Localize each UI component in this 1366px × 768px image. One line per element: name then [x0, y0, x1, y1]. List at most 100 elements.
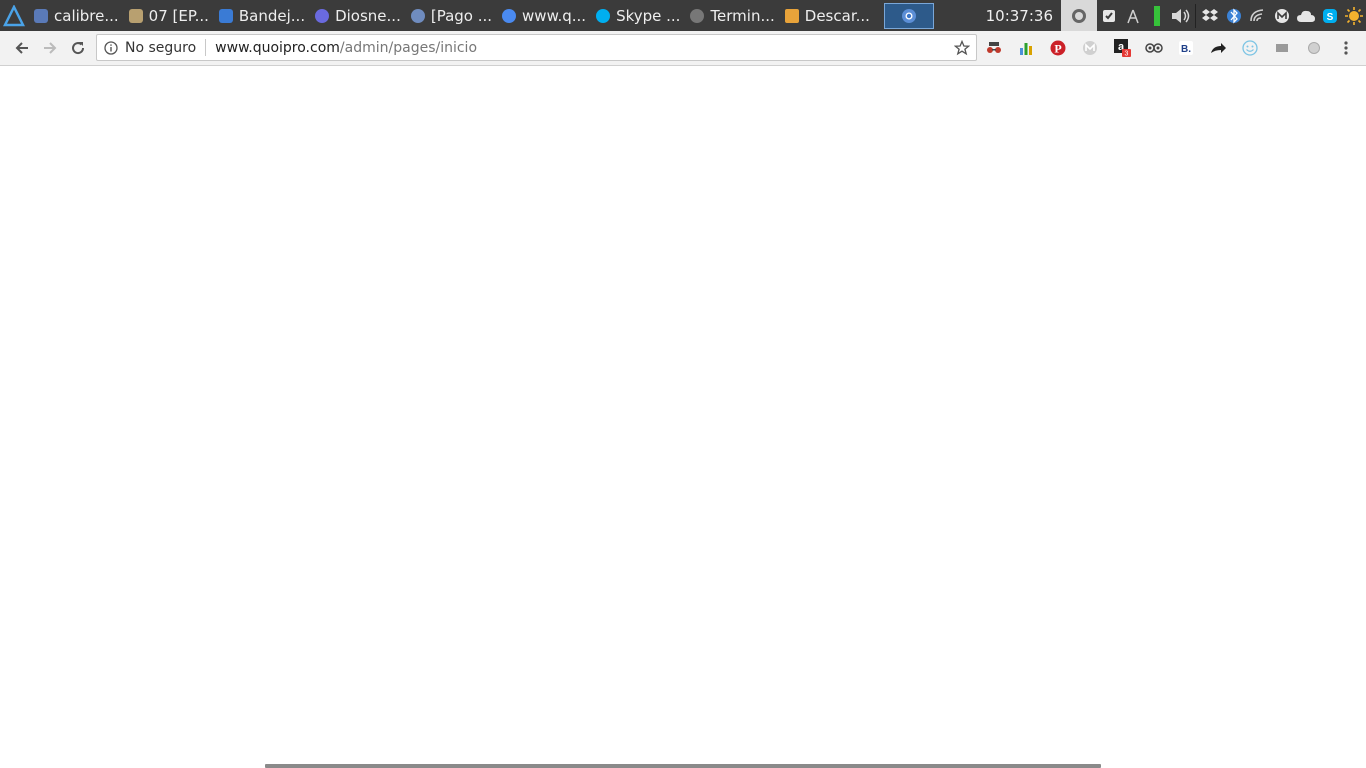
task-label: www.q... [522, 6, 587, 25]
back-button[interactable] [8, 34, 36, 62]
security-status[interactable]: No seguro [125, 40, 196, 56]
task-label: Termin... [710, 6, 775, 25]
taskbar-item-skype[interactable]: Skype ... [590, 0, 684, 31]
booking-icon: B. [1179, 41, 1193, 55]
ext-incognito[interactable] [978, 37, 1010, 59]
ext-chart[interactable] [1010, 37, 1042, 59]
ext-smiley[interactable] [1234, 37, 1266, 59]
ext-window[interactable] [1266, 37, 1298, 59]
taskbar-item-browser[interactable]: www.q... [496, 0, 590, 31]
tray-item-dropbox[interactable] [1198, 0, 1222, 31]
calibre-icon [34, 8, 48, 23]
task-label: [Pago ... [430, 6, 493, 25]
ext-mailtrack[interactable] [1074, 37, 1106, 59]
launcher-icon [3, 4, 25, 26]
address-bar[interactable]: No seguro www.quoipro.com/admin/pages/in… [96, 34, 977, 61]
skype-icon: S [1323, 8, 1337, 23]
circle-icon [1308, 42, 1320, 54]
page-content [0, 66, 1366, 768]
tray-item-bluetooth[interactable] [1222, 0, 1246, 31]
taskbar-item-inbox[interactable]: Bandej... [213, 0, 309, 31]
extension-badge: 3 [1125, 51, 1129, 58]
taskbar: calibre... 07 [EP... Bandej... Diosne...… [0, 0, 1366, 31]
task-label: Descar... [804, 6, 870, 25]
tray-item-mega[interactable] [1270, 0, 1294, 31]
mega-icon [1275, 8, 1289, 23]
globe-icon [410, 8, 425, 23]
app-launcher[interactable] [0, 0, 28, 31]
tray-item-weather[interactable] [1342, 0, 1366, 31]
spy-glasses-icon [987, 42, 1001, 53]
ext-share[interactable] [1202, 37, 1234, 59]
lock-app-icon [315, 8, 330, 23]
tray-item-volume[interactable] [1169, 0, 1193, 31]
taskbar-item-active[interactable] [883, 2, 934, 29]
terminal-icon [690, 8, 705, 23]
task-label: Diosne... [335, 6, 401, 25]
svg-text:S: S [1327, 12, 1334, 23]
ext-circle[interactable] [1298, 37, 1330, 59]
arrow-right-icon [44, 42, 57, 54]
kebab-menu-icon [1344, 41, 1348, 55]
update-icon [1072, 8, 1086, 23]
omnibox-divider [205, 39, 207, 56]
folder-icon [784, 8, 799, 23]
task-label: Bandej... [238, 6, 306, 25]
network-tower-icon [1127, 9, 1139, 23]
taskbar-item-pago[interactable]: [Pago ... [405, 0, 496, 31]
cloud-icon [1297, 10, 1315, 22]
url-text[interactable]: www.quoipro.com/admin/pages/inicio [215, 40, 477, 56]
taskbar-item-calibre[interactable]: calibre... [28, 0, 123, 31]
taskbar-item-episode[interactable]: 07 [EP... [123, 0, 213, 31]
wifi-icon [1250, 8, 1264, 21]
clock[interactable]: 10:37:36 [986, 7, 1061, 25]
horizontal-scrollbar[interactable] [265, 764, 1101, 768]
media-icon [128, 8, 143, 23]
url-host: www.quoipro.com [215, 39, 340, 56]
svg-text:B.: B. [1181, 44, 1191, 55]
checkbox-icon [1103, 9, 1115, 22]
task-label: 07 [EP... [148, 6, 209, 25]
system-tray: S [1061, 0, 1366, 31]
battery-icon [1154, 5, 1160, 26]
mail-icon [218, 8, 233, 23]
bluetooth-icon [1227, 7, 1241, 24]
pinterest-icon: P [1050, 40, 1066, 56]
arrow-forward-icon [1211, 43, 1226, 53]
tray-item-cloud[interactable] [1294, 0, 1318, 31]
amazon-icon: a 3 [1114, 39, 1131, 58]
sun-icon [1345, 6, 1363, 25]
tray-item-network[interactable] [1121, 0, 1145, 31]
ext-booking[interactable]: B. [1170, 37, 1202, 59]
task-label: Skype ... [616, 6, 681, 25]
browser-toolbar: No seguro www.quoipro.com/admin/pages/in… [0, 31, 1366, 66]
tray-separator [1195, 3, 1196, 28]
smiley-icon [1242, 40, 1258, 56]
tray-item-tasks[interactable] [1097, 0, 1121, 31]
chrome-icon [502, 8, 517, 23]
info-icon[interactable] [99, 40, 123, 55]
tray-item-wifi[interactable] [1246, 0, 1270, 31]
forward-button[interactable] [36, 34, 64, 62]
dropbox-icon [1202, 8, 1218, 21]
reload-button[interactable] [64, 34, 92, 62]
ext-amazon[interactable]: a 3 [1106, 37, 1138, 59]
taskbar-item-diosne[interactable]: Diosne... [309, 0, 405, 31]
tray-item-skype[interactable]: S [1318, 0, 1342, 31]
tray-item-battery[interactable] [1145, 0, 1169, 31]
window-icon [1276, 44, 1288, 52]
ext-pinterest[interactable]: P [1042, 37, 1074, 59]
tray-item-update[interactable] [1061, 0, 1097, 31]
url-path: /admin/pages/inicio [339, 39, 478, 56]
svg-text:P: P [1054, 42, 1061, 56]
extensions-area: P a 3 B. [978, 37, 1362, 59]
volume-icon [1172, 8, 1190, 23]
owl-eyes-icon [1145, 43, 1163, 53]
ext-tripadvisor[interactable] [1138, 37, 1170, 59]
arrow-left-icon [15, 42, 28, 54]
browser-menu-button[interactable] [1330, 37, 1362, 59]
taskbar-item-downloads[interactable]: Descar... [779, 0, 874, 31]
bookmark-star-icon[interactable] [952, 38, 972, 58]
taskbar-item-terminal[interactable]: Termin... [684, 0, 778, 31]
skype-icon [596, 8, 611, 23]
